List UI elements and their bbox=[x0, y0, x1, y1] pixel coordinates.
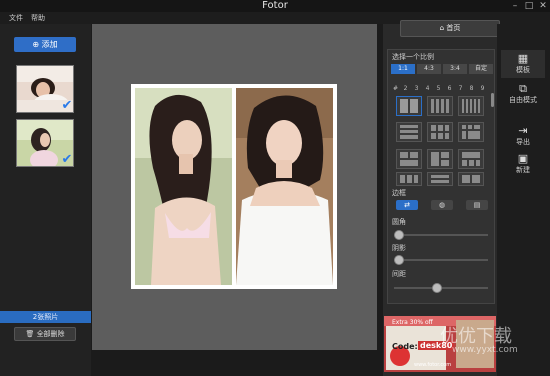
ratio-heading: 选择一个比例 bbox=[392, 53, 434, 61]
spacing-label: 间距 bbox=[392, 270, 406, 278]
ratio-tab-4-3[interactable]: 4:3 bbox=[417, 64, 441, 74]
count-tab-9[interactable]: 9 bbox=[478, 85, 487, 93]
count-tab-8[interactable]: 8 bbox=[467, 85, 476, 93]
template-option[interactable] bbox=[427, 122, 453, 142]
close-button[interactable]: ✕ bbox=[538, 1, 548, 11]
count-tab-5[interactable]: 5 bbox=[434, 85, 443, 93]
freestyle-mode-button[interactable]: ⧉ 自由模式 bbox=[501, 82, 545, 108]
freestyle-icon: ⧉ bbox=[519, 82, 527, 95]
photo-thumbnail-2[interactable]: ✔ bbox=[16, 119, 74, 167]
new-button[interactable]: ▣ 新建 bbox=[501, 152, 545, 178]
spacing-slider-knob[interactable] bbox=[431, 283, 442, 293]
count-tab-2[interactable]: 2 bbox=[401, 85, 410, 93]
check-icon: ✔ bbox=[61, 98, 73, 113]
template-option[interactable] bbox=[458, 96, 484, 116]
border-style-1-button[interactable]: ⇄ bbox=[396, 200, 418, 210]
photo-count-bar: 2张照片 bbox=[0, 311, 91, 323]
ratio-tab-custom[interactable]: 自定 bbox=[469, 64, 493, 74]
maximize-button[interactable]: □ bbox=[524, 1, 534, 11]
shadow-label: 阴影 bbox=[392, 244, 406, 252]
template-icon: ▦ bbox=[517, 52, 529, 65]
template-mode-label: 模板 bbox=[516, 66, 530, 74]
corner-slider-track[interactable] bbox=[394, 234, 488, 236]
photo-thumbnail-1[interactable]: ✔ bbox=[16, 65, 74, 113]
promo-url: www.fotor.com bbox=[414, 362, 452, 368]
ratio-tab-1-1[interactable]: 1:1 bbox=[391, 64, 415, 74]
count-tab-all[interactable]: # bbox=[391, 85, 400, 93]
template-scrollbar[interactable] bbox=[491, 93, 494, 107]
texture-icon: ▤ bbox=[473, 201, 481, 209]
menu-help[interactable]: 帮助 bbox=[31, 12, 45, 24]
home-icon: ⌂ bbox=[439, 24, 445, 32]
shadow-slider-track[interactable] bbox=[394, 259, 488, 261]
template-option[interactable] bbox=[458, 122, 484, 142]
swap-icon: ⇄ bbox=[404, 201, 410, 209]
border-heading: 边框 bbox=[392, 189, 406, 197]
home-label: 首页 bbox=[446, 24, 461, 32]
plus-circle-icon: ⊕ bbox=[32, 40, 40, 49]
template-mode-button[interactable]: ▦ 模板 bbox=[501, 50, 545, 78]
template-option[interactable] bbox=[458, 149, 484, 169]
template-option[interactable] bbox=[396, 172, 422, 186]
corner-slider-knob[interactable] bbox=[394, 230, 404, 240]
count-tab-7[interactable]: 7 bbox=[456, 85, 465, 93]
collage-canvas[interactable] bbox=[131, 84, 337, 289]
promo-code-label: Code: bbox=[392, 342, 418, 351]
collage-photo-right[interactable] bbox=[236, 88, 333, 285]
count-tab-4[interactable]: 4 bbox=[423, 85, 432, 93]
template-option[interactable] bbox=[427, 96, 453, 116]
count-tab-6[interactable]: 6 bbox=[445, 85, 454, 93]
corner-label: 圆角 bbox=[392, 218, 406, 226]
watermark-url: www.yyxt.com bbox=[452, 345, 518, 355]
pattern-icon: ◍ bbox=[438, 201, 446, 209]
remove-all-button[interactable]: 🗑 全部删除 bbox=[14, 327, 76, 341]
remove-all-label: 全部删除 bbox=[36, 330, 65, 338]
template-option[interactable] bbox=[396, 96, 422, 116]
export-icon: ⇥ bbox=[518, 124, 528, 137]
add-photo-label: 添加 bbox=[41, 40, 58, 49]
border-style-3-button[interactable]: ▤ bbox=[466, 200, 488, 210]
new-label: 新建 bbox=[516, 166, 530, 174]
add-photo-button[interactable]: ⊕ 添加 bbox=[14, 37, 76, 52]
check-icon: ✔ bbox=[61, 152, 73, 167]
shadow-slider-knob[interactable] bbox=[394, 255, 404, 265]
home-button[interactable]: ⌂ 首页 bbox=[400, 20, 500, 37]
promo-discount: Extra 30% off bbox=[392, 319, 433, 326]
template-option[interactable] bbox=[427, 149, 453, 169]
minimize-button[interactable]: – bbox=[510, 1, 520, 11]
export-label: 导出 bbox=[516, 138, 530, 146]
collage-photo-left[interactable] bbox=[135, 88, 232, 285]
freestyle-mode-label: 自由模式 bbox=[509, 96, 537, 104]
menu-file[interactable]: 文件 bbox=[9, 12, 23, 24]
trash-icon: 🗑 bbox=[25, 330, 35, 338]
export-button[interactable]: ⇥ 导出 bbox=[501, 124, 545, 150]
template-option[interactable] bbox=[427, 172, 453, 186]
ratio-tab-3-4[interactable]: 3:4 bbox=[443, 64, 467, 74]
template-option[interactable] bbox=[396, 122, 422, 142]
new-icon: ▣ bbox=[517, 152, 529, 165]
count-tab-3[interactable]: 3 bbox=[412, 85, 421, 93]
template-option[interactable] bbox=[458, 172, 484, 186]
template-option[interactable] bbox=[396, 149, 422, 169]
app-title: Fotor bbox=[262, 0, 288, 11]
border-style-2-button[interactable]: ◍ bbox=[431, 200, 453, 210]
